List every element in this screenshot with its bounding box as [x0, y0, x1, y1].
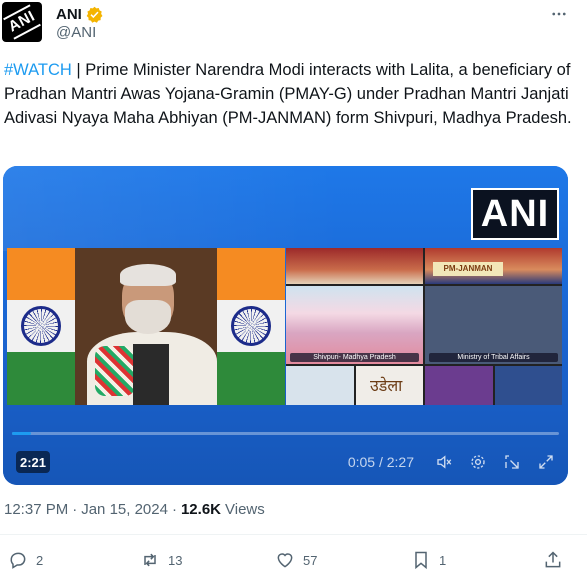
tweet-body: | Prime Minister Narendra Modi interacts…	[4, 61, 572, 127]
settings-icon[interactable]	[468, 452, 488, 472]
conference-tile	[286, 248, 423, 284]
retweet-button[interactable]: 13	[140, 550, 182, 570]
conference-tile: उडेला	[356, 366, 423, 405]
fullscreen-icon[interactable]	[536, 452, 556, 472]
video-player[interactable]: ANI PM-JANMAN Shivpuri- Madhya Pradesh M…	[3, 166, 568, 485]
video-speaker-panel	[7, 248, 285, 405]
retweet-count: 13	[168, 552, 183, 568]
meta-separator: ·	[72, 501, 78, 518]
views-count: 12.6K	[180, 501, 221, 518]
conference-tile-ministry: Ministry of Tribal Affairs	[425, 286, 562, 364]
conference-tile: PM-JANMAN	[425, 248, 562, 284]
tweet-actions: 2 13 57 1	[0, 550, 587, 576]
tweet-meta: 12:37 PM · Jan 15, 2024 · 12.6K Views	[4, 501, 265, 518]
reply-count: 2	[36, 552, 44, 568]
volume-mute-icon[interactable]	[434, 452, 454, 472]
conference-tile	[286, 366, 354, 405]
video-conference-grid: PM-JANMAN Shivpuri- Madhya Pradesh Minis…	[286, 248, 562, 405]
duration-badge: 2:21	[16, 451, 51, 473]
tweet-text: #WATCH | Prime Minister Narendra Modi in…	[4, 58, 579, 130]
bookmark-count: 1	[439, 552, 447, 568]
conference-tile	[425, 366, 493, 405]
hashtag-link[interactable]: #WATCH	[4, 61, 72, 79]
like-button[interactable]: 57	[275, 550, 317, 570]
views-label: Views	[225, 501, 265, 518]
share-icon	[545, 551, 561, 568]
ministry-label: Ministry of Tribal Affairs	[429, 353, 558, 362]
bookmark-icon	[415, 551, 427, 570]
conference-tile	[495, 366, 562, 405]
conference-tile-shivpuri: Shivpuri- Madhya Pradesh	[286, 286, 423, 364]
author-handle[interactable]: @ANI	[56, 24, 96, 41]
divider	[0, 534, 587, 535]
speaker-figure	[87, 262, 217, 405]
popout-icon[interactable]	[502, 452, 522, 472]
video-controls: 0:05 / 2:27	[348, 451, 556, 473]
video-progress-fill	[12, 432, 31, 435]
author-name-row: ANI	[56, 4, 103, 24]
avatar[interactable]: ANI	[2, 2, 42, 42]
reply-icon	[10, 552, 26, 569]
verified-badge-icon	[86, 6, 103, 23]
flag-left	[7, 248, 75, 405]
ani-logo: ANI	[2, 2, 42, 42]
shivpuri-label: Shivpuri- Madhya Pradesh	[290, 353, 419, 362]
tweet-date[interactable]: Jan 15, 2024	[81, 501, 168, 518]
meta-separator: ·	[171, 501, 177, 518]
hindi-sign: उडेला	[370, 376, 403, 395]
like-count: 57	[303, 552, 318, 568]
heart-icon	[277, 553, 293, 568]
pm-janman-sign: PM-JANMAN	[433, 262, 503, 276]
author-display-name[interactable]: ANI	[56, 6, 82, 23]
ani-watermark: ANI	[471, 188, 559, 240]
bookmark-button[interactable]: 1	[411, 550, 446, 570]
reply-button[interactable]: 2	[8, 550, 43, 570]
time-readout: 0:05 / 2:27	[347, 454, 414, 470]
more-options-icon[interactable]	[548, 4, 570, 24]
tweet-time[interactable]: 12:37 PM	[4, 501, 68, 518]
retweet-icon	[144, 553, 156, 567]
share-button[interactable]	[543, 550, 563, 570]
flag-right	[217, 248, 285, 405]
video-progress-bar[interactable]	[12, 432, 559, 435]
